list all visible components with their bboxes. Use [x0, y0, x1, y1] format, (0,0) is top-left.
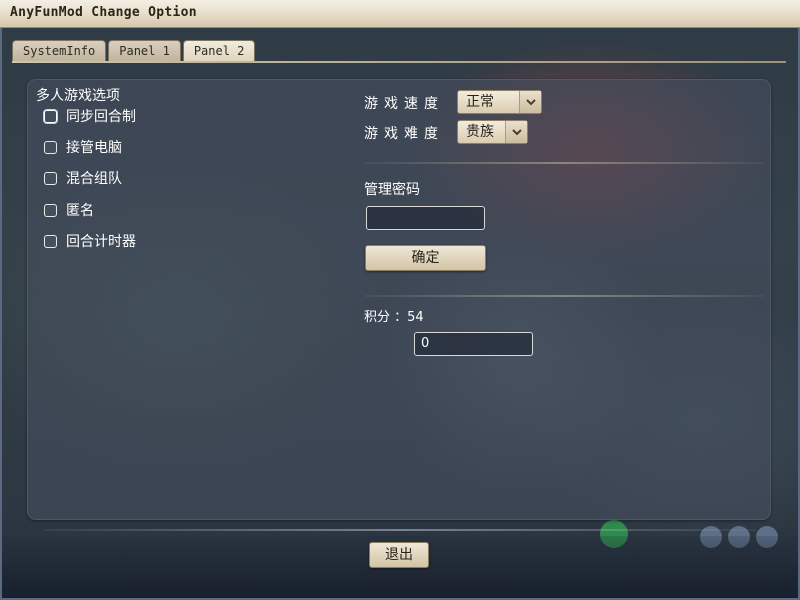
option-turn-timer[interactable]: 回合计时器: [44, 231, 136, 251]
difficulty-label: 游戏难度: [364, 126, 444, 142]
difficulty-value: 贵族: [466, 124, 494, 140]
multiplayer-options-title: 多人游戏选项: [36, 88, 120, 104]
checkbox-anonymous[interactable]: [44, 203, 57, 217]
option-label: 匿名: [66, 203, 94, 219]
game-speed-value: 正常: [466, 94, 494, 110]
tab-bar: SystemInfo Panel 1 Panel 2: [12, 40, 256, 63]
window-title: AnyFunMod Change Option: [10, 5, 197, 20]
footer-divider: [44, 529, 756, 531]
checkbox-mixed-teams[interactable]: [44, 171, 57, 185]
chevron-down-icon[interactable]: [519, 91, 541, 113]
tab-panel-2[interactable]: Panel 2: [182, 40, 256, 63]
game-speed-label: 游戏速度: [364, 96, 444, 112]
checkbox-take-over-ai[interactable]: [44, 140, 57, 154]
tab-panel-1[interactable]: Panel 1: [108, 40, 181, 62]
checkbox-turn-timer[interactable]: [44, 234, 57, 248]
option-label: 同步回合制: [66, 109, 136, 125]
score-label: 积分 ：54: [364, 310, 424, 325]
admin-password-label: 管理密码: [364, 182, 420, 198]
option-sync-turns[interactable]: 同步回合制: [44, 106, 136, 126]
option-label: 接管电脑: [66, 140, 122, 156]
section-divider: [364, 295, 764, 297]
option-mixed-teams[interactable]: 混合组队: [44, 168, 122, 188]
admin-password-input[interactable]: [366, 206, 485, 230]
tab-divider: [12, 61, 786, 63]
tab-systeminfo[interactable]: SystemInfo: [12, 40, 107, 62]
options-panel: [27, 79, 771, 520]
section-divider: [364, 162, 764, 164]
exit-button[interactable]: 退出: [369, 542, 429, 568]
option-label: 混合组队: [66, 171, 122, 187]
chevron-down-icon[interactable]: [505, 121, 527, 143]
checkbox-sync-turns[interactable]: [44, 109, 57, 123]
difficulty-dropdown[interactable]: 贵族: [457, 120, 528, 144]
score-input[interactable]: 0: [414, 332, 533, 356]
option-label: 回合计时器: [66, 234, 136, 250]
title-bar: AnyFunMod Change Option: [0, 0, 800, 28]
confirm-button[interactable]: 确定: [365, 245, 486, 271]
game-speed-dropdown[interactable]: 正常: [457, 90, 542, 114]
option-take-over-ai[interactable]: 接管电脑: [44, 137, 122, 157]
option-anonymous[interactable]: 匿名: [44, 200, 94, 220]
